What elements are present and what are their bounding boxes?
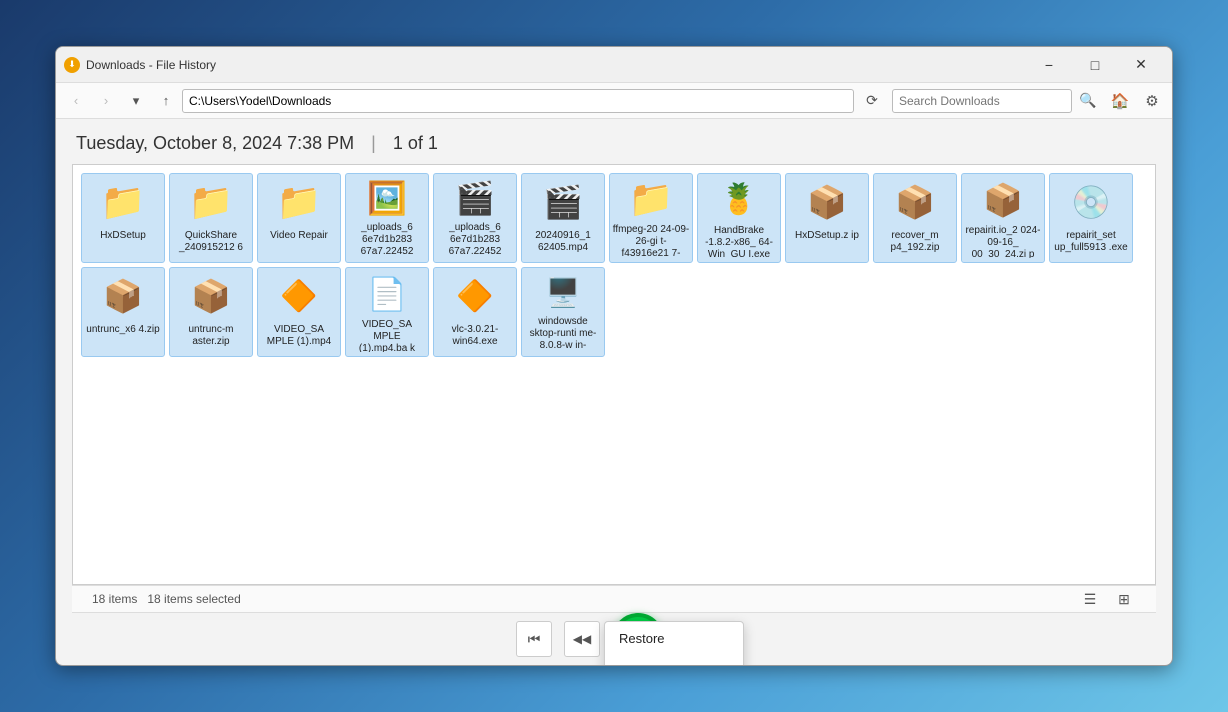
- win-exe-file-icon: 🖥️: [539, 272, 587, 312]
- file-item[interactable]: 📦 untrunc-m aster.zip: [169, 267, 253, 357]
- settings-button[interactable]: ⚙: [1138, 87, 1166, 115]
- context-menu: Restore Restore to ←: [604, 621, 744, 666]
- zip-file-icon: 📦: [803, 178, 851, 226]
- image-file-icon: 🖼️: [363, 178, 411, 218]
- mp4-file-icon: 🎬: [539, 178, 587, 226]
- folder-icon: 📁: [627, 178, 675, 220]
- video-file-icon: 🎬: [451, 178, 499, 218]
- up-button[interactable]: ↑: [152, 87, 180, 115]
- file-label: windowsde sktop-runti me-8.0.8-w in-x64.…: [524, 316, 602, 352]
- arrow-icon: ←: [687, 660, 703, 666]
- recent-button[interactable]: ▾: [122, 87, 150, 115]
- file-label: repairit.io_2 024-09-16_ 00_30_24.zi p: [964, 225, 1042, 258]
- back-button[interactable]: ‹: [62, 87, 90, 115]
- file-label: HandBrake -1.8.2-x86_ 64-Win_GU I.exe: [700, 225, 778, 258]
- file-item[interactable]: 💿 repairit_set up_full5913 .exe: [1049, 173, 1133, 263]
- file-item[interactable]: 📦 HxDSetup.z ip: [785, 173, 869, 263]
- close-button[interactable]: ✕: [1118, 47, 1164, 83]
- file-item[interactable]: 🖥️ windowsde sktop-runti me-8.0.8-w in-x…: [521, 267, 605, 357]
- file-item[interactable]: 📁 QuickShare _240915212 6: [169, 173, 253, 263]
- search-button[interactable]: 🔍: [1074, 87, 1102, 115]
- page-info: 1 of 1: [393, 133, 438, 153]
- file-grid: 📁 HxDSetup 📁 QuickShare _240915212 6 📁 V…: [81, 173, 1147, 357]
- file-label: VIDEO_SA MPLE (1).mp4: [260, 324, 338, 348]
- file-label: repairit_set up_full5913 .exe: [1052, 230, 1130, 254]
- file-label: vlc-3.0.21- win64.exe: [436, 324, 514, 348]
- status-bar: 18 items 18 items selected ☰ ⊞: [72, 585, 1156, 613]
- refresh-button[interactable]: ⟳: [858, 87, 886, 115]
- file-item[interactable]: 📁 HxDSetup: [81, 173, 165, 263]
- file-label: recover_m p4_192.zip: [876, 230, 954, 254]
- folder-icon: 📁: [275, 178, 323, 226]
- zip-file-icon: 📦: [891, 178, 939, 226]
- file-label: ffmpeg-20 24-09-26-gi t-f43916e21 7-esse…: [612, 224, 690, 258]
- file-item[interactable]: 📦 repairit.io_2 024-09-16_ 00_30_24.zi p: [961, 173, 1045, 263]
- file-label: QuickShare _240915212 6: [172, 230, 250, 254]
- restore-menu-item[interactable]: Restore: [605, 624, 743, 653]
- date-header: Tuesday, October 8, 2024 7:38 PM | 1 of …: [56, 119, 1172, 164]
- minimize-button[interactable]: −: [1026, 47, 1072, 83]
- restore-to-label: Restore to: [619, 662, 679, 667]
- file-item[interactable]: 🎬 20240916_1 62405.mp4: [521, 173, 605, 263]
- file-item[interactable]: 🔶 vlc-3.0.21- win64.exe: [433, 267, 517, 357]
- window-icon: [64, 57, 80, 73]
- window-title: Downloads - File History: [86, 58, 1026, 72]
- exe-file-icon: 🍍: [715, 178, 763, 221]
- zip-file-icon: 📦: [187, 272, 235, 320]
- list-view-button[interactable]: ☰: [1078, 587, 1102, 611]
- maximize-button[interactable]: □: [1072, 47, 1118, 83]
- file-item[interactable]: 🔶 VIDEO_SA MPLE (1).mp4: [257, 267, 341, 357]
- address-input[interactable]: [182, 89, 854, 113]
- file-item[interactable]: 📄 VIDEO_SA MPLE (1).mp4.ba k: [345, 267, 429, 357]
- file-label: VIDEO_SA MPLE (1).mp4.ba k: [348, 319, 426, 352]
- prev-page-button[interactable]: ◀◀: [564, 621, 600, 657]
- zip-file-icon: 📦: [979, 178, 1027, 221]
- search-input[interactable]: [892, 89, 1072, 113]
- file-label: Video Repair: [270, 230, 328, 242]
- item-count: 18 items: [92, 592, 137, 606]
- file-label: untrunc_x6 4.zip: [86, 324, 159, 336]
- bottom-navigation: ⏮ ◀◀ ↺ ▶▶ Restore Restore to ←: [56, 613, 1172, 665]
- forward-button[interactable]: ›: [92, 87, 120, 115]
- file-item[interactable]: 📦 recover_m p4_192.zip: [873, 173, 957, 263]
- file-label: 20240916_1 62405.mp4: [524, 230, 602, 254]
- date-separator: |: [371, 133, 376, 153]
- title-bar-controls: − □ ✕: [1026, 47, 1164, 83]
- date-text: Tuesday, October 8, 2024 7:38 PM: [76, 133, 354, 153]
- folder-icon: 📁: [187, 178, 235, 226]
- grid-view-button[interactable]: ⊞: [1112, 587, 1136, 611]
- restore-label: Restore: [619, 631, 665, 646]
- video-file-icon: 🔶: [275, 272, 323, 320]
- bak-file-icon: 📄: [363, 272, 411, 315]
- home-button[interactable]: 🏠: [1106, 87, 1134, 115]
- file-item[interactable]: 🍍 HandBrake -1.8.2-x86_ 64-Win_GU I.exe: [697, 173, 781, 263]
- selected-count: 18 items selected: [147, 592, 240, 606]
- first-page-button[interactable]: ⏮: [516, 621, 552, 657]
- file-area: 📁 HxDSetup 📁 QuickShare _240915212 6 📁 V…: [72, 164, 1156, 585]
- file-item[interactable]: 📁 ffmpeg-20 24-09-26-gi t-f43916e21 7-es…: [609, 173, 693, 263]
- file-item[interactable]: 🖼️ _uploads_6 6e7d1b283 67a7.22452 230_6…: [345, 173, 429, 263]
- file-label: _uploads_6 6e7d1b283 67a7.22452 230_66e7…: [348, 222, 426, 258]
- file-item[interactable]: 🎬 _uploads_6 6e7d1b283 67a7.22452 230_66…: [433, 173, 517, 263]
- restore-to-menu-item[interactable]: Restore to ←: [605, 653, 743, 666]
- main-window: Downloads - File History − □ ✕ ‹ › ▾ ↑ ⟳…: [55, 46, 1173, 666]
- vlc-file-icon: 🔶: [451, 272, 499, 320]
- folder-icon: 📁: [99, 178, 147, 226]
- title-bar: Downloads - File History − □ ✕: [56, 47, 1172, 83]
- address-bar: ‹ › ▾ ↑ ⟳ 🔍 🏠 ⚙: [56, 83, 1172, 119]
- file-label: _uploads_6 6e7d1b283 67a7.22452 230_66e7…: [436, 222, 514, 258]
- file-label: HxDSetup.z ip: [795, 230, 859, 242]
- file-label: untrunc-m aster.zip: [172, 324, 250, 348]
- file-item[interactable]: 📦 untrunc_x6 4.zip: [81, 267, 165, 357]
- exe-file-icon: 💿: [1067, 178, 1115, 226]
- file-item[interactable]: 📁 Video Repair: [257, 173, 341, 263]
- zip-file-icon: 📦: [99, 272, 147, 320]
- file-label: HxDSetup: [100, 230, 146, 242]
